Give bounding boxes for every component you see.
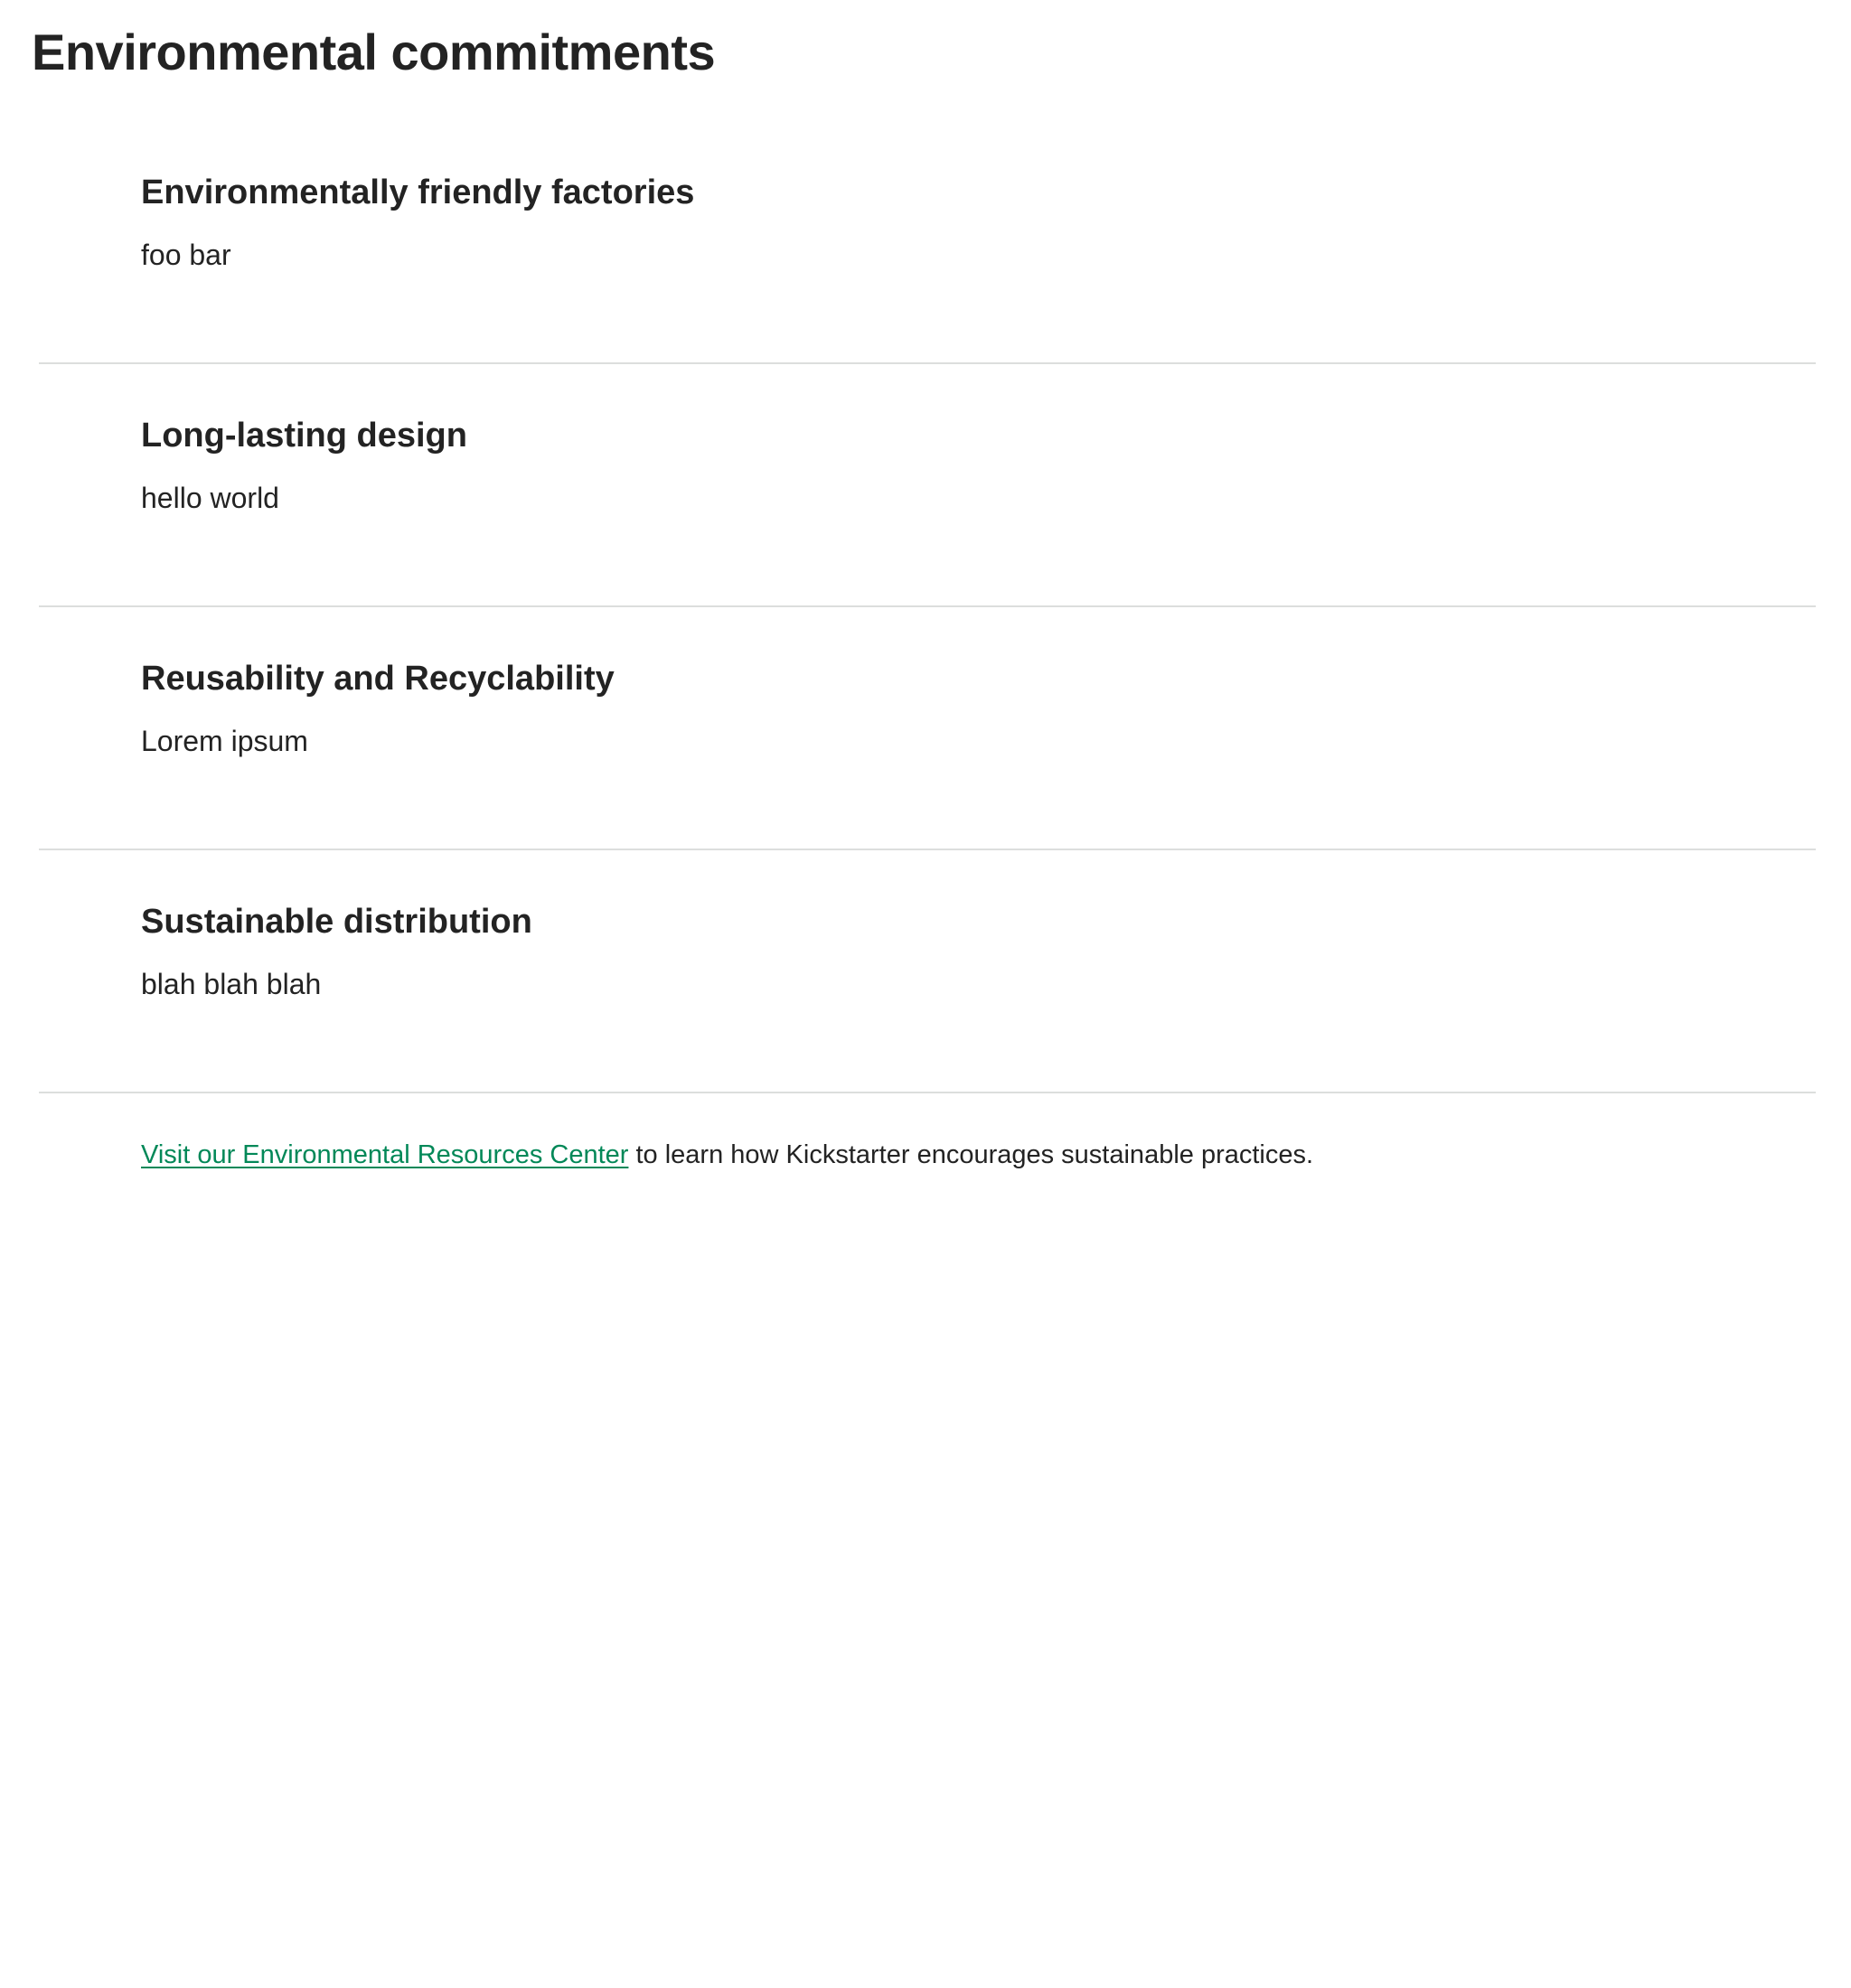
commitment-description: Lorem ipsum xyxy=(141,725,308,757)
page: Environmental commitments Environmentall… xyxy=(0,0,1851,1988)
commitment-description: foo bar xyxy=(141,239,231,271)
commitment-item: Sustainable distribution blah blah blah xyxy=(39,850,1816,1093)
commitments-list: Environmentally friendly factories foo b… xyxy=(39,121,1816,1093)
commitment-description: blah blah blah xyxy=(141,968,322,1000)
commitment-item: Reusability and Recyclability Lorem ipsu… xyxy=(39,607,1816,850)
commitment-title: Reusability and Recyclability xyxy=(141,660,615,698)
commitment-item: Environmentally friendly factories foo b… xyxy=(39,121,1816,364)
resources-note: Visit our Environmental Resources Center… xyxy=(141,1140,1313,1170)
commitment-item: Long-lasting design hello world xyxy=(39,364,1816,607)
commitment-title: Long-lasting design xyxy=(141,417,467,455)
resources-trailing-text: to learn how Kickstarter encourages sust… xyxy=(628,1140,1314,1169)
environmental-resources-link[interactable]: Visit our Environmental Resources Center xyxy=(141,1140,628,1169)
commitment-title: Sustainable distribution xyxy=(141,903,532,941)
commitment-description: hello world xyxy=(141,482,279,514)
page-title: Environmental commitments xyxy=(32,23,716,80)
commitment-title: Environmentally friendly factories xyxy=(141,173,695,211)
